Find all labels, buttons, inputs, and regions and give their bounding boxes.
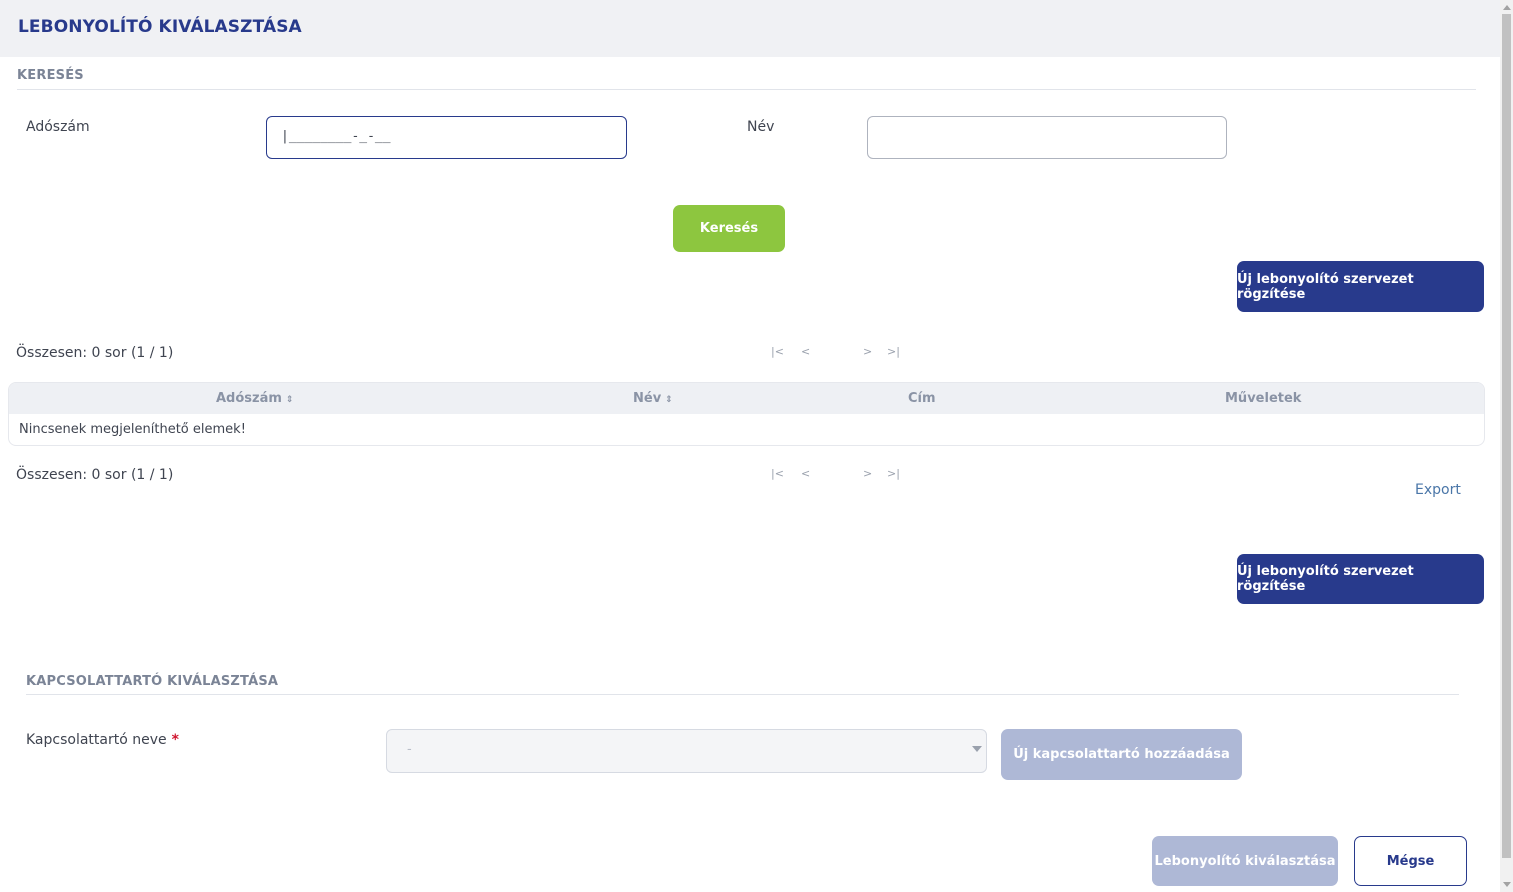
column-header-actions: Műveletek <box>1225 391 1302 406</box>
results-count-top: Összesen: 0 sor (1 / 1) <box>16 345 174 361</box>
contact-name-label: Kapcsolattartó neve * <box>26 732 179 748</box>
table-empty-message: Nincsenek megjeleníthető elemek! <box>19 422 246 437</box>
export-link[interactable]: Export <box>1415 482 1461 498</box>
column-header-name[interactable]: Név ⇕ <box>633 391 673 406</box>
contact-name-select[interactable]: - <box>386 729 987 773</box>
cancel-button[interactable]: Mégse <box>1354 836 1467 886</box>
table-header: Adószám ⇕ Név ⇕ Cím Műveletek <box>9 383 1484 414</box>
tax-number-mask: |________-_-__ <box>281 129 391 144</box>
search-button[interactable]: Keresés <box>673 205 785 252</box>
prev-page-icon[interactable]: < <box>801 467 810 480</box>
pager-top: |< < > >| <box>771 345 901 359</box>
tax-number-input[interactable]: |________-_-__ <box>266 116 627 159</box>
vertical-scrollbar[interactable] <box>1500 0 1513 892</box>
tax-number-label: Adószám <box>26 119 90 135</box>
contact-select-value: - <box>407 742 412 757</box>
dialog-title: LEBONYOLÍTÓ KIVÁLASZTÁSA <box>18 17 302 37</box>
add-contact-button[interactable]: Új kapcsolattartó hozzáadása <box>1001 729 1242 780</box>
first-page-icon[interactable]: |< <box>771 345 784 358</box>
chevron-down-icon <box>972 746 982 752</box>
sort-icon: ⇕ <box>285 395 294 405</box>
name-label: Név <box>747 119 775 135</box>
next-page-icon[interactable]: > <box>863 345 872 358</box>
search-section-title: KERESÉS <box>17 68 84 83</box>
first-page-icon[interactable]: |< <box>771 467 784 480</box>
dialog-header: LEBONYOLÍTÓ KIVÁLASZTÁSA <box>0 0 1500 57</box>
next-page-icon[interactable]: > <box>863 467 872 480</box>
last-page-icon[interactable]: >| <box>887 467 900 480</box>
select-organizer-button[interactable]: Lebonyolító kiválasztása <box>1152 836 1338 886</box>
name-input[interactable] <box>867 116 1227 159</box>
scrollbar-thumb[interactable] <box>1502 14 1511 858</box>
pager-bottom: |< < > >| <box>771 467 901 481</box>
column-header-tax-number[interactable]: Adószám ⇕ <box>216 391 293 406</box>
search-section-divider <box>17 89 1476 90</box>
new-organization-button-bottom[interactable]: Új lebonyolító szervezet rögzítése <box>1237 554 1484 604</box>
sort-icon: ⇕ <box>665 395 673 405</box>
last-page-icon[interactable]: >| <box>887 345 900 358</box>
scroll-up-icon[interactable] <box>1503 5 1511 10</box>
scroll-down-icon[interactable] <box>1503 882 1511 887</box>
prev-page-icon[interactable]: < <box>801 345 810 358</box>
new-organization-button-top[interactable]: Új lebonyolító szervezet rögzítése <box>1237 261 1484 312</box>
contact-section-divider <box>26 694 1459 695</box>
results-table: Adószám ⇕ Név ⇕ Cím Műveletek Nincsenek me… <box>8 382 1485 446</box>
contact-section-title: KAPCSOLATTARTÓ KIVÁLASZTÁSA <box>26 674 279 689</box>
results-count-bottom: Összesen: 0 sor (1 / 1) <box>16 467 174 483</box>
column-header-address: Cím <box>908 391 936 406</box>
required-marker: * <box>171 732 179 748</box>
